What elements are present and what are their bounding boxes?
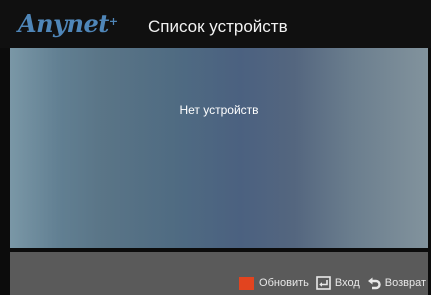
return-button[interactable]: Возврат	[367, 276, 426, 290]
refresh-button[interactable]: Обновить	[239, 276, 309, 290]
red-key-icon	[239, 276, 255, 290]
anynet-logo: Anynet+	[18, 12, 118, 36]
empty-list-message: Нет устройств	[179, 103, 259, 117]
footer-button-bar: Обновить Вход Возврат	[10, 252, 428, 295]
return-arrow-icon	[367, 277, 381, 289]
enter-button[interactable]: Вход	[316, 276, 360, 290]
logo-text: Anynet	[18, 9, 109, 38]
logo-plus: +	[108, 15, 118, 28]
refresh-label: Обновить	[259, 277, 309, 289]
enter-key-icon	[316, 276, 331, 290]
return-label: Возврат	[384, 277, 426, 289]
device-list-panel[interactable]: Нет устройств	[10, 48, 428, 248]
remote-key-legend: Обновить Вход Возврат	[232, 276, 426, 290]
page-title: Список устройств	[148, 17, 288, 36]
enter-label: Вход	[334, 277, 360, 289]
anynet-device-list-screen: Anynet+ Список устройств Нет устройств О…	[0, 0, 431, 295]
title-bar: Anynet+ Список устройств	[0, 0, 431, 48]
